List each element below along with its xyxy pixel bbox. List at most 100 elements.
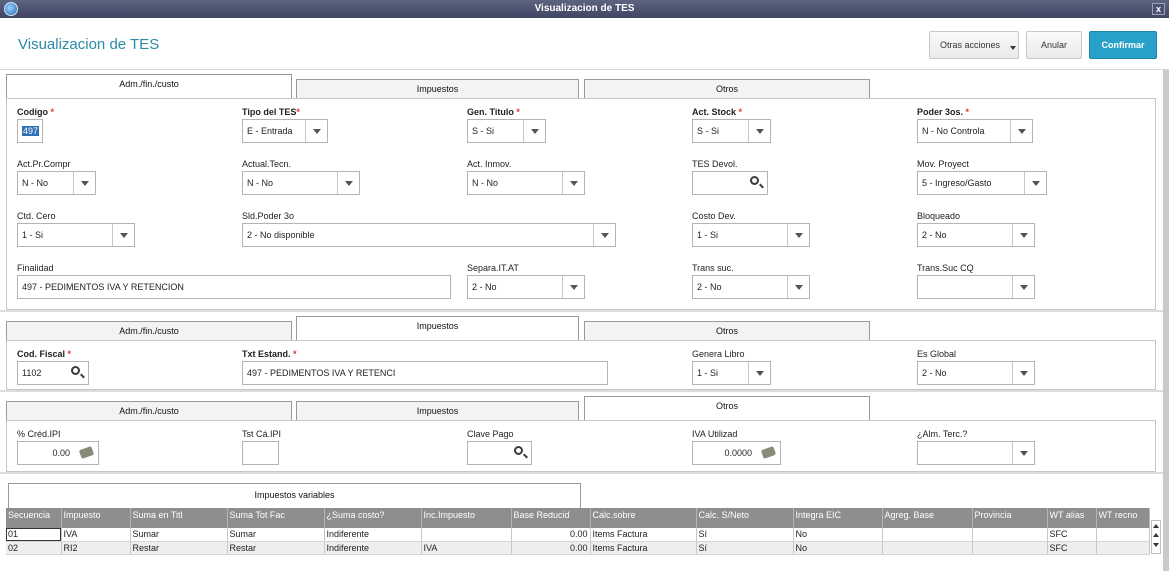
txt-estand-field[interactable]: 497 - PEDIMENTOS IVA Y RETENCI: [242, 361, 608, 385]
genera-libro-select[interactable]: 1 - Si: [692, 361, 771, 385]
tab-impuestos[interactable]: Impuestos: [296, 316, 579, 340]
cred-ipi-field[interactable]: 0.00: [17, 441, 99, 465]
table-cell[interactable]: Sumar: [130, 528, 228, 542]
table-cell[interactable]: 01: [6, 528, 62, 542]
chevron-down-icon[interactable]: [1012, 362, 1034, 384]
search-icon[interactable]: [509, 442, 531, 464]
column-header[interactable]: Calc.sobre: [590, 508, 697, 528]
chevron-down-icon[interactable]: [1012, 224, 1034, 246]
act-stock-select[interactable]: S - Si: [692, 119, 771, 143]
confirm-button[interactable]: Confirmar: [1089, 31, 1157, 59]
search-icon[interactable]: [66, 362, 88, 384]
table-row[interactable]: 02 RI2 Restar Restar Indiferente IVA 0.0…: [6, 541, 1150, 555]
tes-devol-field[interactable]: [692, 171, 768, 195]
ctd-cero-select[interactable]: 1 - Si: [17, 223, 135, 247]
tab-adm-fin-custo[interactable]: Adm./fin./custo: [6, 401, 292, 421]
tab-impuestos[interactable]: Impuestos: [296, 401, 579, 421]
act-pr-compr-select[interactable]: N - No: [17, 171, 96, 195]
separa-select[interactable]: 2 - No: [467, 275, 585, 299]
column-header[interactable]: Secuencia: [6, 508, 62, 528]
table-cell[interactable]: Restar: [227, 541, 325, 555]
trans-suc-select[interactable]: 2 - No: [692, 275, 810, 299]
table-cell[interactable]: SFC: [1047, 528, 1097, 542]
mov-proyect-select[interactable]: 5 - Ingreso/Gasto: [917, 171, 1047, 195]
table-cell[interactable]: Items Factura: [590, 541, 697, 555]
chevron-down-icon[interactable]: [593, 224, 615, 246]
clave-pago-field[interactable]: [467, 441, 532, 465]
column-header[interactable]: Provincia: [972, 508, 1048, 528]
table-cell[interactable]: Indiferente: [324, 528, 422, 542]
codigo-field[interactable]: 497: [17, 119, 43, 143]
chevron-down-icon[interactable]: [523, 120, 545, 142]
scroll-top-icon[interactable]: [1153, 524, 1159, 528]
chevron-down-icon[interactable]: [748, 362, 770, 384]
column-header[interactable]: Base Reducid: [511, 508, 591, 528]
table-cell[interactable]: No: [793, 528, 883, 542]
table-cell[interactable]: RI2: [61, 541, 131, 555]
chevron-down-icon[interactable]: [562, 172, 584, 194]
table-cell[interactable]: [972, 528, 1048, 542]
iva-utilizad-field[interactable]: 0.0000: [692, 441, 781, 465]
actual-tecn-select[interactable]: N - No: [242, 171, 360, 195]
table-cell[interactable]: Sumar: [227, 528, 325, 542]
table-cell[interactable]: SFC: [1047, 541, 1097, 555]
column-header[interactable]: Agreg. Base: [882, 508, 973, 528]
tab-adm-fin-custo[interactable]: Adm./fin./custo: [6, 74, 292, 98]
chevron-down-icon[interactable]: [73, 172, 95, 194]
table-cell[interactable]: IVA: [421, 541, 512, 555]
scroll-up-icon[interactable]: [1153, 533, 1159, 537]
column-header[interactable]: ¿Suma costo?: [324, 508, 422, 528]
tipo-tes-select[interactable]: E - Entrada: [242, 119, 328, 143]
chevron-down-icon[interactable]: [1010, 120, 1032, 142]
gen-titulo-select[interactable]: S - Si: [467, 119, 546, 143]
column-header[interactable]: Suma Tot Fac: [227, 508, 325, 528]
table-cell[interactable]: Sí: [696, 528, 794, 542]
table-cell[interactable]: 0.00: [511, 541, 591, 555]
poder-3os-select[interactable]: N - No Controla: [917, 119, 1033, 143]
chevron-down-icon[interactable]: [562, 276, 584, 298]
tab-otros[interactable]: Otros: [584, 396, 870, 420]
table-cell[interactable]: [1096, 528, 1150, 542]
chevron-down-icon[interactable]: [1012, 442, 1034, 464]
column-header[interactable]: Suma en Titl: [130, 508, 228, 528]
column-header[interactable]: WT recno: [1096, 508, 1150, 528]
table-cell[interactable]: [421, 528, 512, 542]
scroll-down-icon[interactable]: [1153, 543, 1159, 547]
tst-ca-ipi-field[interactable]: [242, 441, 279, 465]
cod-fiscal-field[interactable]: 1102: [17, 361, 89, 385]
other-actions-button[interactable]: Otras acciones: [929, 31, 1019, 59]
vertical-scrollbar[interactable]: [1163, 70, 1169, 571]
table-cell[interactable]: [1096, 541, 1150, 555]
trans-suc-cq-select[interactable]: [917, 275, 1035, 299]
column-header[interactable]: Integra EIC: [793, 508, 883, 528]
costo-dev-select[interactable]: 1 - Si: [692, 223, 810, 247]
table-cell[interactable]: [972, 541, 1048, 555]
tab-adm-fin-custo[interactable]: Adm./fin./custo: [6, 321, 292, 341]
alm-terc-select[interactable]: [917, 441, 1035, 465]
tab-otros[interactable]: Otros: [584, 321, 870, 341]
chevron-down-icon[interactable]: [1012, 276, 1034, 298]
table-cell[interactable]: No: [793, 541, 883, 555]
search-icon[interactable]: [745, 172, 767, 194]
tab-impuestos[interactable]: Impuestos: [296, 79, 579, 99]
table-cell[interactable]: [882, 528, 973, 542]
tab-impuestos-variables[interactable]: Impuestos variables: [8, 483, 581, 508]
table-cell[interactable]: Indiferente: [324, 541, 422, 555]
chevron-down-icon[interactable]: [1024, 172, 1046, 194]
table-cell[interactable]: [882, 541, 973, 555]
table-cell[interactable]: Sí: [696, 541, 794, 555]
finalidad-field[interactable]: 497 - PEDIMENTOS IVA Y RETENCION: [17, 275, 451, 299]
sld-poder-select[interactable]: 2 - No disponible: [242, 223, 616, 247]
tab-otros[interactable]: Otros: [584, 79, 870, 99]
table-cell[interactable]: 02: [6, 541, 62, 555]
cancel-button[interactable]: Anular: [1026, 31, 1082, 59]
chevron-down-icon[interactable]: [748, 120, 770, 142]
column-header[interactable]: Calc. S/Neto: [696, 508, 794, 528]
table-cell[interactable]: Restar: [130, 541, 228, 555]
calculator-icon[interactable]: [76, 442, 98, 464]
chevron-down-icon[interactable]: [305, 120, 327, 142]
act-inmov-select[interactable]: N - No: [467, 171, 585, 195]
table-row[interactable]: 01 IVA Sumar Sumar Indiferente 0.00 Item…: [6, 528, 1150, 542]
table-scrollbar[interactable]: [1151, 520, 1161, 554]
chevron-down-icon[interactable]: [337, 172, 359, 194]
